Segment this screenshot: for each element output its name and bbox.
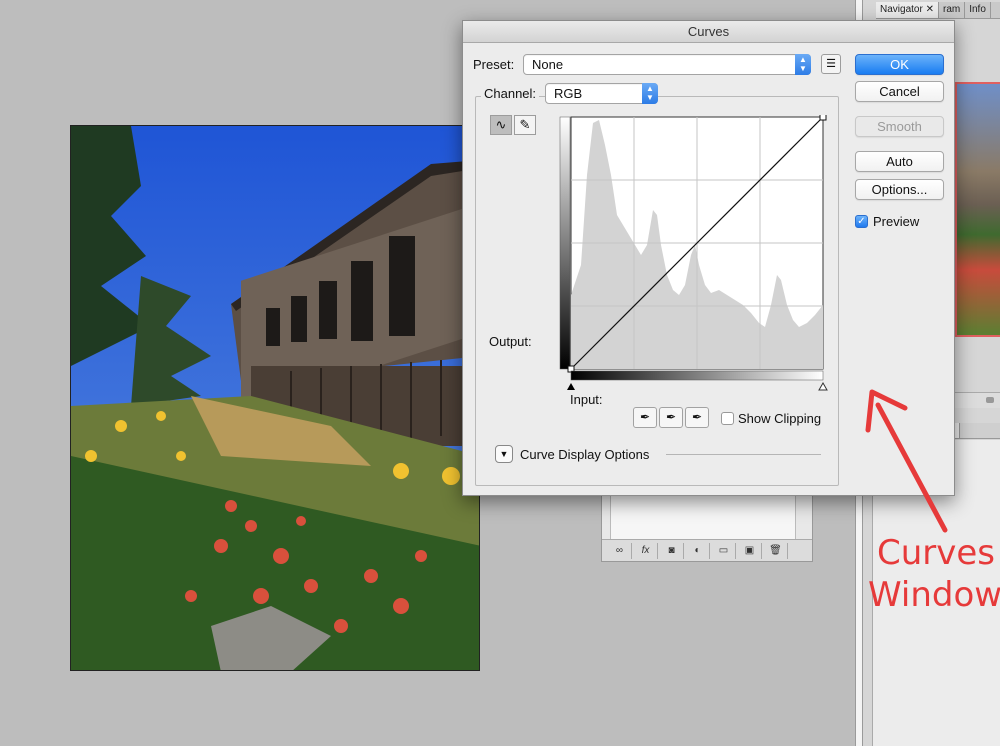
preset-label: Preset: <box>473 57 515 72</box>
white-input-slider <box>818 381 828 391</box>
close-icon[interactable]: ✕ <box>926 4 934 15</box>
white-eyedropper-icon[interactable]: ✒ <box>685 407 709 428</box>
navigator-preview-thumbnail[interactable] <box>955 82 1000 337</box>
layers-footer: ∞ fx ◙ ◐ ▭ ▣ 🗑 <box>602 539 812 561</box>
disclosure-triangle-icon[interactable]: ▼ <box>495 445 513 463</box>
tab-navigator-label: Navigator <box>880 4 923 15</box>
preset-value: None <box>532 57 564 72</box>
curve-graph[interactable] <box>559 115 831 397</box>
output-label: Output: <box>489 334 532 349</box>
curve-point-tool-icon[interactable]: ∿ <box>490 115 512 135</box>
channel-label: Channel: <box>481 86 540 101</box>
curve-display-options-label[interactable]: Curve Display Options <box>520 447 649 462</box>
dialog-title[interactable]: Curves <box>463 21 954 43</box>
preview-checkbox[interactable]: ✓ <box>855 215 868 228</box>
adjustment-layer-icon[interactable]: ◐ <box>686 542 710 559</box>
smooth-button[interactable]: Smooth <box>855 116 944 137</box>
chevron-updown-icon: ▲ ▼ <box>642 83 658 104</box>
trash-icon[interactable]: 🗑 <box>764 542 788 559</box>
cancel-button[interactable]: Cancel <box>855 81 944 102</box>
layer-mask-icon[interactable]: ◙ <box>660 542 684 559</box>
chevron-updown-icon: ▲ ▼ <box>795 54 811 75</box>
landscape-photo-image <box>71 126 479 670</box>
canvas-photo[interactable] <box>70 125 480 671</box>
preset-select[interactable]: None ▲ ▼ <box>523 54 811 75</box>
input-label: Input: <box>570 392 603 407</box>
preview-label: Preview <box>873 214 920 229</box>
annotation-text-line1: Curves <box>877 533 996 573</box>
tab-histogram[interactable]: ram <box>939 2 966 18</box>
channel-select[interactable]: RGB ▲ ▼ <box>545 83 658 104</box>
annotation-text-line2: Window <box>868 575 1000 615</box>
options-button[interactable]: Options... <box>855 179 944 200</box>
black-input-slider <box>567 383 575 390</box>
output-gradient-bar <box>559 116 571 370</box>
navigator-panel-tabs: Navigator ✕ ram Info <box>876 2 1000 19</box>
tab-info[interactable]: Info <box>965 2 991 18</box>
gray-eyedropper-icon[interactable]: ✒ <box>659 407 683 428</box>
channel-value: RGB <box>554 86 583 101</box>
show-clipping-checkbox[interactable] <box>721 412 734 425</box>
show-clipping-label: Show Clipping <box>738 411 822 426</box>
input-gradient-bar <box>570 370 824 381</box>
new-layer-icon[interactable]: ▣ <box>738 542 762 559</box>
black-eyedropper-icon[interactable]: ✒ <box>633 407 657 428</box>
preset-options-icon[interactable]: ☰ <box>821 54 841 74</box>
auto-button[interactable]: Auto <box>855 151 944 172</box>
layer-style-icon[interactable]: fx <box>634 542 658 559</box>
annotation-arrow <box>865 389 948 533</box>
pencil-tool-icon[interactable]: ✎ <box>514 115 536 135</box>
new-group-icon[interactable]: ▭ <box>712 542 736 559</box>
white-point-handle <box>819 115 827 121</box>
ok-button[interactable]: OK <box>855 54 944 75</box>
divider <box>666 454 821 455</box>
navigator-zoom-slider[interactable] <box>986 397 994 403</box>
link-layers-icon[interactable]: ∞ <box>608 542 632 559</box>
tab-navigator[interactable]: Navigator ✕ <box>876 2 939 18</box>
